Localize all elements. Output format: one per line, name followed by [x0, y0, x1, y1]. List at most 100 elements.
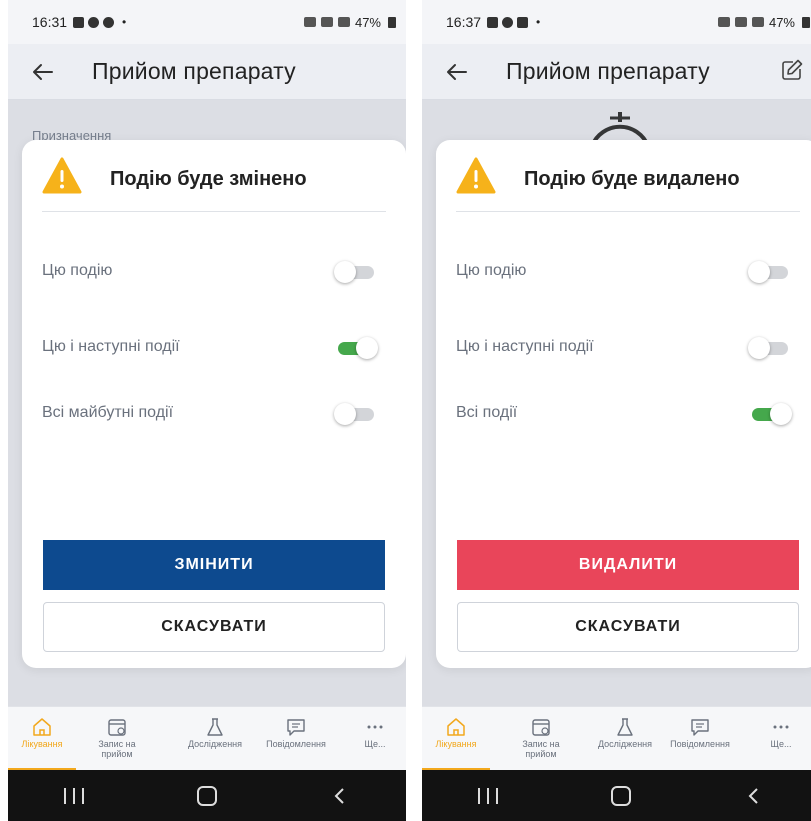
- calendar-icon: [532, 719, 550, 736]
- dialog-title: Подію буде змінено: [110, 168, 307, 190]
- edit-icon[interactable]: [780, 58, 804, 82]
- skype-icon: [103, 16, 115, 28]
- bluetooth-icon: [734, 17, 747, 27]
- nav-label: Повідомлення: [670, 739, 730, 749]
- notification-dot-icon: •: [536, 15, 541, 29]
- screenshot-pair: 16:31 • 47% Прийом препарату Призначення: [0, 0, 811, 821]
- option-label: Цю подію: [42, 262, 113, 279]
- delete-button[interactable]: ВИДАЛИТИ: [457, 540, 799, 590]
- option-label: Всі події: [456, 404, 518, 421]
- nav-item-messages[interactable]: Повідомлення: [256, 707, 336, 771]
- change-button[interactable]: ЗМІНИТИ: [43, 540, 385, 590]
- status-right: 47%: [717, 14, 810, 30]
- battery-percent: 47%: [768, 14, 795, 30]
- nav-label: Запис на прийом: [98, 739, 136, 759]
- signal-icon: [751, 17, 764, 27]
- message-icon: [287, 719, 305, 736]
- right-phone-screen: 16:37 • 47% Прийом препарату Подію буде …: [422, 0, 811, 821]
- home-button-icon[interactable]: [610, 785, 631, 806]
- toggle-switch[interactable]: [748, 402, 792, 426]
- home-button-icon[interactable]: [196, 785, 217, 806]
- flask-icon: [617, 718, 633, 736]
- flask-icon: [207, 718, 223, 736]
- system-back-icon[interactable]: [330, 786, 350, 806]
- cancel-button[interactable]: СКАСУВАТИ: [43, 602, 385, 652]
- option-this-event: Цю подію: [456, 256, 792, 288]
- back-arrow-icon[interactable]: [444, 59, 470, 85]
- home-icon: [33, 718, 51, 736]
- status-bar: 16:37 • 47%: [422, 0, 811, 44]
- nav-item-more[interactable]: Ще...: [756, 707, 806, 771]
- option-label: Цю і наступні події: [42, 338, 180, 355]
- option-all-events: Всі події: [456, 398, 792, 430]
- nav-label: Ще...: [770, 739, 792, 749]
- change-event-dialog: Подію буде змінено Цю подію Цю і наступн…: [22, 140, 406, 668]
- battery-percent: 47%: [354, 14, 381, 30]
- nav-item-messages[interactable]: Повідомлення: [660, 707, 740, 771]
- toggle-switch[interactable]: [334, 402, 378, 426]
- dialog-title: Подію буде видалено: [524, 168, 740, 190]
- message-icon: [691, 719, 709, 736]
- option-this-and-following: Цю і наступні події: [456, 332, 792, 364]
- nav-item-more[interactable]: Ще...: [350, 707, 400, 771]
- option-this-event: Цю подію: [42, 256, 378, 288]
- bottom-nav: Лікування Запис на прийом Дослідження По…: [422, 706, 811, 770]
- bottom-nav: Лікування Запис на прийом Дослідження По…: [8, 706, 406, 770]
- whatsapp-icon: [88, 16, 100, 28]
- nav-label: Ще...: [364, 739, 386, 749]
- page-title: Прийом препарату: [506, 58, 710, 84]
- app-notification-icon: [517, 16, 529, 28]
- nav-item-appointment[interactable]: Запис на прийом: [86, 707, 148, 771]
- home-icon: [447, 718, 465, 736]
- status-bar: 16:31 • 47%: [8, 0, 406, 44]
- option-label: Цю подію: [456, 262, 527, 279]
- nav-label: Дослідження: [187, 739, 243, 749]
- option-label: Всі майбутні події: [42, 404, 174, 421]
- toggle-switch[interactable]: [334, 336, 378, 360]
- calendar-icon: [108, 719, 126, 736]
- toggle-switch[interactable]: [334, 260, 378, 284]
- nav-item-research[interactable]: Дослідження: [582, 707, 668, 771]
- nav-item-research[interactable]: Дослідження: [172, 707, 258, 771]
- warning-icon: [456, 156, 496, 196]
- skype-icon: [502, 16, 514, 28]
- alarm-icon: [303, 17, 316, 27]
- nav-item-appointment[interactable]: Запис на прийом: [510, 707, 572, 771]
- option-label: Цю і наступні події: [456, 338, 594, 355]
- page-title: Прийом препарату: [92, 58, 296, 84]
- nav-label: Лікування: [435, 739, 477, 749]
- system-back-icon[interactable]: [744, 786, 764, 806]
- system-navigation-bar: [422, 770, 811, 821]
- battery-icon: [802, 16, 810, 28]
- system-navigation-bar: [8, 770, 406, 821]
- warning-icon: [42, 156, 82, 196]
- app-bar: Прийом препарату: [422, 44, 811, 100]
- option-this-and-following: Цю і наступні події: [42, 332, 378, 364]
- app-bar: Прийом препарату: [8, 44, 406, 100]
- back-arrow-icon[interactable]: [30, 59, 56, 85]
- gallery-icon: [73, 16, 85, 28]
- status-time: 16:31: [32, 14, 68, 30]
- bluetooth-icon: [320, 17, 333, 27]
- signal-icon: [337, 17, 350, 27]
- nav-label: Запис на прийом: [522, 739, 560, 759]
- battery-icon: [388, 16, 396, 28]
- alarm-icon: [717, 17, 730, 27]
- more-icon: [773, 725, 789, 729]
- toggle-switch[interactable]: [748, 260, 792, 284]
- nav-label: Лікування: [21, 739, 63, 749]
- nav-item-treatment[interactable]: Лікування: [8, 707, 76, 771]
- toggle-switch[interactable]: [748, 336, 792, 360]
- recents-icon[interactable]: [478, 787, 499, 804]
- recents-icon[interactable]: [64, 787, 85, 804]
- nav-item-treatment[interactable]: Лікування: [422, 707, 490, 771]
- left-phone-screen: 16:31 • 47% Прийом препарату Призначення: [8, 0, 406, 821]
- more-icon: [367, 725, 383, 729]
- cancel-button[interactable]: СКАСУВАТИ: [457, 602, 799, 652]
- nav-label: Повідомлення: [266, 739, 326, 749]
- status-right: 47%: [303, 14, 396, 30]
- option-all-future: Всі майбутні події: [42, 398, 378, 430]
- gallery-icon: [487, 16, 499, 28]
- status-time: 16:37: [446, 14, 482, 30]
- delete-event-dialog: Подію буде видалено Цю подію Цю і наступ…: [436, 140, 811, 668]
